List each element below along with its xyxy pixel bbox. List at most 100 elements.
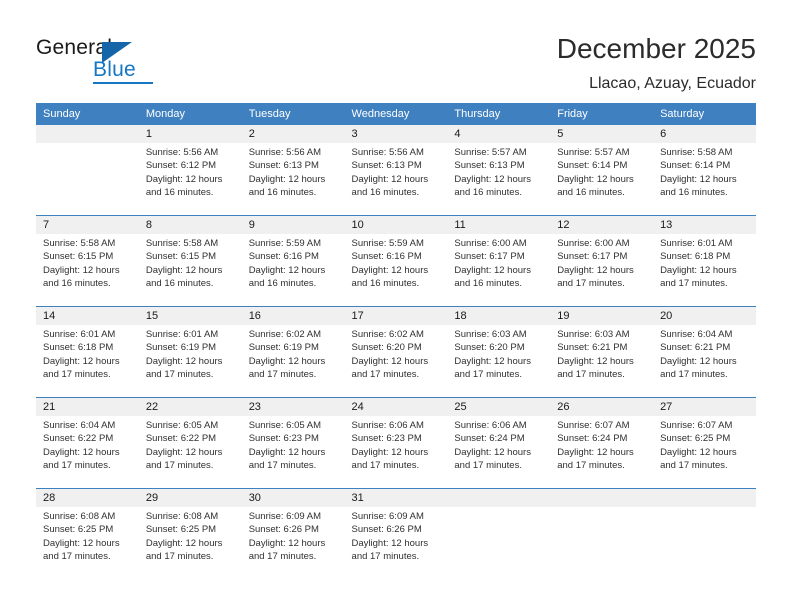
day-cell[interactable]: Sunrise: 5:57 AM Sunset: 6:13 PM Daylight:… — [447, 143, 550, 215]
day-daylight1-text: Daylight: 12 hours — [660, 264, 737, 276]
day-number[interactable]: 2 — [242, 125, 345, 143]
day-cell[interactable]: Sunrise: 6:09 AM Sunset: 6:26 PM Daylight:… — [242, 507, 345, 579]
day-sunset-text: Sunset: 6:12 PM — [145, 160, 217, 172]
day-cell[interactable]: Sunrise: 6:03 AM Sunset: 6:20 PM Daylight:… — [447, 325, 550, 397]
day-daylight1-text: Daylight: 12 hours — [43, 264, 120, 276]
day-number[interactable]: 14 — [36, 307, 139, 325]
day-cell[interactable]: Sunrise: 6:02 AM Sunset: 6:20 PM Daylight:… — [345, 325, 448, 397]
day-number[interactable]: 4 — [447, 125, 550, 143]
day-number[interactable]: 31 — [345, 489, 448, 507]
day-daylight1-text: Daylight: 12 hours — [145, 446, 223, 458]
day-cell[interactable]: Sunrise: 6:02 AM Sunset: 6:19 PM Daylight:… — [242, 325, 345, 397]
day-number[interactable]: 17 — [345, 307, 448, 325]
day-number[interactable]: 1 — [139, 125, 242, 143]
day-cell[interactable]: Sunrise: 6:06 AM Sunset: 6:23 PM Daylight:… — [345, 416, 448, 488]
day-number[interactable]: 6 — [653, 125, 756, 143]
day-number[interactable]: 3 — [345, 125, 448, 143]
week-day-numbers: 21 22 23 24 25 26 27 — [36, 398, 756, 416]
day-cell[interactable]: Sunrise: 6:05 AM Sunset: 6:22 PM Daylight:… — [139, 416, 242, 488]
week-day-numbers: 28 29 30 31 — [36, 489, 756, 507]
weekday-header-sunday: Sunday — [43, 108, 81, 120]
day-daylight1-text: Daylight: 12 hours — [43, 355, 120, 367]
general-blue-logo[interactable]: General Blue — [36, 36, 166, 84]
day-daylight1-text: Daylight: 12 hours — [454, 446, 531, 458]
day-number[interactable]: 7 — [36, 216, 139, 234]
day-sunset-text: Sunset: 6:17 PM — [454, 251, 525, 263]
day-number[interactable]: 18 — [447, 307, 550, 325]
day-daylight2-text: and 17 minutes. — [43, 551, 111, 563]
day-number[interactable]: 27 — [653, 398, 756, 416]
day-number[interactable]: 21 — [36, 398, 139, 416]
day-number[interactable]: 23 — [242, 398, 345, 416]
day-cell[interactable]: Sunrise: 6:08 AM Sunset: 6:25 PM Daylight:… — [36, 507, 139, 579]
day-sunset-text: Sunset: 6:20 PM — [351, 342, 422, 354]
day-sunrise-text: Sunrise: 6:01 AM — [660, 238, 733, 249]
day-cell[interactable]: Sunrise: 6:00 AM Sunset: 6:17 PM Daylight:… — [550, 234, 653, 306]
day-cell[interactable]: Sunrise: 6:03 AM Sunset: 6:21 PM Daylight:… — [550, 325, 653, 397]
day-cell[interactable]: Sunrise: 5:57 AM Sunset: 6:14 PM Daylight:… — [550, 143, 653, 215]
day-sunrise-text: Sunrise: 5:58 AM — [43, 238, 116, 249]
day-sunrise-text: Sunrise: 5:58 AM — [145, 238, 219, 249]
day-number[interactable]: 10 — [345, 216, 448, 234]
day-cell[interactable]: Sunrise: 6:06 AM Sunset: 6:24 PM Daylight:… — [447, 416, 550, 488]
day-number[interactable]: 13 — [653, 216, 756, 234]
day-number[interactable]: 22 — [139, 398, 242, 416]
day-daylight2-text: and 16 minutes. — [145, 187, 214, 199]
day-cell[interactable]: Sunrise: 5:58 AM Sunset: 6:15 PM Daylight:… — [36, 234, 139, 306]
page-title: December 2025 — [556, 33, 756, 64]
day-number[interactable]: 9 — [242, 216, 345, 234]
day-cell[interactable]: Sunrise: 5:59 AM Sunset: 6:16 PM Daylight:… — [345, 234, 448, 306]
week-day-details: Sunrise: 6:08 AM Sunset: 6:25 PM Daylight:… — [36, 507, 756, 579]
day-number[interactable]: 11 — [447, 216, 550, 234]
day-cell[interactable]: Sunrise: 6:00 AM Sunset: 6:17 PM Daylight:… — [447, 234, 550, 306]
day-cell[interactable]: Sunrise: 6:01 AM Sunset: 6:18 PM Daylight:… — [653, 234, 756, 306]
day-sunset-text: Sunset: 6:19 PM — [248, 342, 319, 354]
day-daylight2-text: and 17 minutes. — [660, 369, 728, 381]
day-number[interactable]: 20 — [653, 307, 756, 325]
day-cell[interactable]: Sunrise: 5:56 AM Sunset: 6:12 PM Daylight:… — [139, 143, 242, 215]
day-sunset-text: Sunset: 6:18 PM — [660, 251, 731, 263]
day-number[interactable]: 24 — [345, 398, 448, 416]
day-cell[interactable]: Sunrise: 6:04 AM Sunset: 6:22 PM Daylight:… — [36, 416, 139, 488]
day-cell[interactable]: Sunrise: 6:07 AM Sunset: 6:25 PM Daylight:… — [653, 416, 756, 488]
day-number[interactable]: 16 — [242, 307, 345, 325]
day-sunset-text: Sunset: 6:15 PM — [43, 251, 114, 263]
day-cell[interactable]: Sunrise: 5:56 AM Sunset: 6:13 PM Daylight:… — [242, 143, 345, 215]
day-daylight1-text: Daylight: 12 hours — [660, 173, 737, 185]
day-daylight2-text: and 17 minutes. — [351, 460, 420, 472]
day-cell[interactable]: Sunrise: 6:08 AM Sunset: 6:25 PM Daylight:… — [139, 507, 242, 579]
day-number[interactable]: 25 — [447, 398, 550, 416]
day-number[interactable]: 8 — [139, 216, 242, 234]
day-cell[interactable]: Sunrise: 6:05 AM Sunset: 6:23 PM Daylight:… — [242, 416, 345, 488]
day-number[interactable]: 19 — [550, 307, 653, 325]
day-number[interactable]: 26 — [550, 398, 653, 416]
day-cell[interactable]: Sunrise: 5:58 AM Sunset: 6:14 PM Daylight:… — [653, 143, 756, 215]
weekday-header-monday: Monday — [145, 108, 185, 120]
day-sunset-text: Sunset: 6:18 PM — [43, 342, 114, 354]
day-cell[interactable]: Sunrise: 6:09 AM Sunset: 6:26 PM Daylight:… — [345, 507, 448, 579]
day-cell[interactable]: Sunrise: 6:01 AM Sunset: 6:19 PM Daylight:… — [139, 325, 242, 397]
day-number[interactable]: 12 — [550, 216, 653, 234]
day-number[interactable]: 15 — [139, 307, 242, 325]
day-number[interactable]: 5 — [550, 125, 653, 143]
day-daylight1-text: Daylight: 12 hours — [248, 173, 326, 185]
day-cell[interactable]: Sunrise: 6:04 AM Sunset: 6:21 PM Daylight:… — [653, 325, 756, 397]
day-number[interactable]: 29 — [139, 489, 242, 507]
day-cell[interactable]: Sunrise: 6:07 AM Sunset: 6:24 PM Daylight:… — [550, 416, 653, 488]
day-sunset-text: Sunset: 6:26 PM — [351, 524, 422, 536]
day-daylight1-text: Daylight: 12 hours — [145, 537, 223, 549]
day-daylight1-text: Daylight: 12 hours — [557, 355, 634, 367]
weekday-header-saturday: Saturday — [660, 108, 705, 120]
day-sunset-text: Sunset: 6:24 PM — [454, 433, 525, 445]
day-daylight2-text: and 16 minutes. — [660, 187, 728, 199]
day-daylight1-text: Daylight: 12 hours — [248, 264, 326, 276]
day-daylight2-text: and 17 minutes. — [557, 369, 625, 381]
day-number[interactable]: 28 — [36, 489, 139, 507]
day-sunset-text: Sunset: 6:23 PM — [248, 433, 319, 445]
day-cell[interactable]: Sunrise: 6:01 AM Sunset: 6:18 PM Daylight:… — [36, 325, 139, 397]
day-cell[interactable]: Sunrise: 5:56 AM Sunset: 6:13 PM Daylight:… — [345, 143, 448, 215]
week-day-details: Sunrise: 6:01 AM Sunset: 6:18 PM Daylight:… — [36, 325, 756, 397]
day-cell[interactable]: Sunrise: 5:59 AM Sunset: 6:16 PM Daylight:… — [242, 234, 345, 306]
day-number[interactable]: 30 — [242, 489, 345, 507]
day-cell[interactable]: Sunrise: 5:58 AM Sunset: 6:15 PM Daylight:… — [139, 234, 242, 306]
